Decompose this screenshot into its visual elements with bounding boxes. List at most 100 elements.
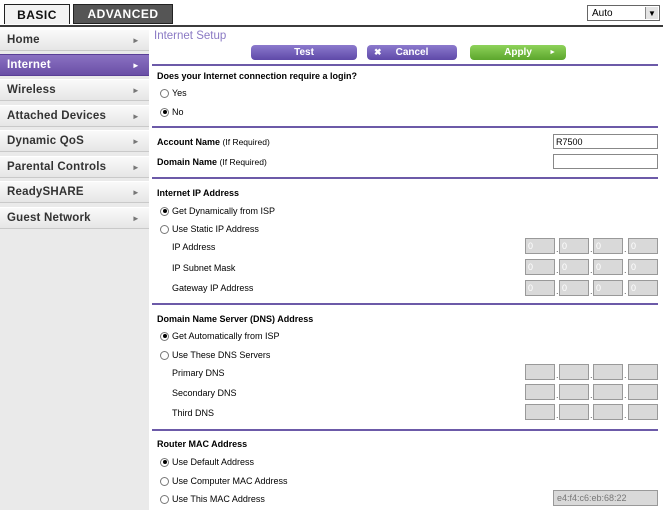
apply-button-label: Apply — [504, 47, 532, 58]
sidebar-item-label: Parental Controls — [7, 161, 107, 173]
third-dns-octet-1[interactable] — [525, 404, 555, 420]
mac-this-label: Use This MAC Address — [172, 494, 265, 504]
test-button[interactable]: Test — [251, 45, 357, 60]
cancel-button-label: Cancel — [395, 47, 429, 58]
primary-dns-octet-1[interactable] — [525, 364, 555, 380]
ip-dynamic-option[interactable]: Get Dynamically from ISP — [160, 206, 275, 216]
third-dns-octet-2[interactable] — [559, 404, 589, 420]
dns-manual-label: Use These DNS Servers — [172, 350, 271, 360]
tab-advanced[interactable]: ADVANCED — [73, 4, 173, 24]
tab-basic[interactable]: BASIC — [4, 4, 70, 24]
secondary-dns-octet-3[interactable] — [593, 384, 623, 400]
sidebar-item-label: Guest Network — [7, 212, 91, 224]
radio-dns-manual[interactable] — [160, 350, 169, 360]
sidebar: Home ► Internet ► Wireless ► Attached De… — [0, 29, 149, 510]
radio-mac-this[interactable] — [160, 494, 169, 504]
radio-dns-auto[interactable] — [160, 331, 169, 341]
login-yes-label: Yes — [172, 88, 187, 98]
apply-button[interactable]: Apply ► — [470, 45, 566, 60]
domain-name-hint: (If Required) — [219, 157, 267, 167]
secondary-dns-octet-2[interactable] — [559, 384, 589, 400]
mac-this-option[interactable]: Use This MAC Address — [160, 494, 265, 504]
login-no-label: No — [172, 107, 184, 117]
radio-yes[interactable] — [160, 88, 169, 98]
divider — [152, 303, 658, 305]
secondary-dns-octet-4[interactable] — [628, 384, 658, 400]
chevron-down-icon[interactable]: ▼ — [645, 7, 658, 19]
domain-name-field[interactable] — [553, 154, 658, 169]
ip-octet-4[interactable]: 0 — [628, 238, 658, 254]
radio-ip-static[interactable] — [160, 224, 169, 234]
divider — [152, 177, 658, 179]
sidebar-item-readyshare[interactable]: ReadySHARE ► — [0, 181, 149, 203]
primary-dns-octet-4[interactable] — [628, 364, 658, 380]
octet-separator: . — [624, 390, 627, 400]
primary-dns-octet-3[interactable] — [593, 364, 623, 380]
subnet-octet-3[interactable]: 0 — [593, 259, 623, 275]
sidebar-item-label: Wireless — [7, 84, 56, 96]
ip-static-option[interactable]: Use Static IP Address — [160, 224, 259, 234]
page-title: Internet Setup — [154, 30, 227, 42]
octet-separator: . — [624, 410, 627, 420]
secondary-dns-label: Secondary DNS — [172, 388, 237, 398]
sidebar-item-guest-network[interactable]: Guest Network ► — [0, 207, 149, 229]
gateway-label: Gateway IP Address — [172, 283, 254, 293]
octet-separator: . — [624, 286, 627, 296]
domain-name-label-text: Domain Name — [157, 157, 218, 167]
sidebar-item-label: Attached Devices — [7, 110, 107, 122]
gateway-octet-1[interactable]: 0 — [525, 280, 555, 296]
third-dns-octet-3[interactable] — [593, 404, 623, 420]
primary-dns-octet-2[interactable] — [559, 364, 589, 380]
language-select[interactable]: Auto ▼ — [587, 5, 660, 21]
chevron-right-icon: ► — [131, 111, 140, 121]
mac-default-option[interactable]: Use Default Address — [160, 457, 254, 467]
gateway-input: 0 . 0 . 0 . 0 — [525, 280, 658, 296]
radio-mac-computer[interactable] — [160, 476, 169, 486]
third-dns-octet-4[interactable] — [628, 404, 658, 420]
ip-octet-1[interactable]: 0 — [525, 238, 555, 254]
radio-no[interactable] — [160, 107, 169, 117]
subnet-label: IP Subnet Mask — [172, 263, 236, 273]
gateway-octet-4[interactable]: 0 — [628, 280, 658, 296]
dns-manual-option[interactable]: Use These DNS Servers — [160, 350, 270, 360]
dns-auto-option[interactable]: Get Automatically from ISP — [160, 331, 280, 341]
third-dns-label: Third DNS — [172, 408, 215, 418]
sidebar-item-home[interactable]: Home ► — [0, 29, 149, 51]
login-no-option[interactable]: No — [160, 107, 184, 117]
sidebar-item-attached-devices[interactable]: Attached Devices ► — [0, 105, 149, 127]
chevron-right-icon: ► — [131, 35, 140, 45]
sidebar-item-dynamic-qos[interactable]: Dynamic QoS ► — [0, 130, 149, 152]
mac-computer-option[interactable]: Use Computer MAC Address — [160, 476, 288, 486]
test-button-label: Test — [294, 47, 314, 58]
login-yes-option[interactable]: Yes — [160, 88, 187, 98]
ip-address-input: 0 . 0 . 0 . 0 — [525, 238, 658, 254]
sidebar-item-wireless[interactable]: Wireless ► — [0, 79, 149, 101]
subnet-octet-4[interactable]: 0 — [628, 259, 658, 275]
subnet-octet-2[interactable]: 0 — [559, 259, 589, 275]
gateway-octet-3[interactable]: 0 — [593, 280, 623, 296]
ip-address-label: IP Address — [172, 242, 216, 252]
chevron-right-icon: ► — [131, 187, 140, 197]
subnet-octet-1[interactable]: 0 — [525, 259, 555, 275]
cancel-button[interactable]: ✖ Cancel — [367, 45, 457, 60]
ip-octet-3[interactable]: 0 — [593, 238, 623, 254]
radio-mac-default[interactable] — [160, 457, 169, 467]
ip-dynamic-label: Get Dynamically from ISP — [172, 206, 276, 216]
chevron-right-icon: ► — [131, 213, 140, 223]
gateway-octet-2[interactable]: 0 — [559, 280, 589, 296]
sidebar-item-internet[interactable]: Internet ► — [0, 54, 149, 76]
dns-auto-label: Get Automatically from ISP — [172, 331, 280, 341]
sidebar-item-parental-controls[interactable]: Parental Controls ► — [0, 156, 149, 178]
secondary-dns-octet-1[interactable] — [525, 384, 555, 400]
account-name-label-text: Account Name — [157, 137, 221, 147]
divider — [152, 429, 658, 431]
third-dns-input: . . . — [525, 404, 658, 420]
radio-ip-dynamic[interactable] — [160, 206, 169, 216]
sidebar-item-label: Dynamic QoS — [7, 135, 84, 147]
account-name-field[interactable]: R7500 — [553, 134, 658, 149]
mac-address-field[interactable]: e4:f4:c6:eb:68:22 — [553, 490, 658, 506]
divider — [152, 64, 658, 66]
account-name-hint: (If Required) — [222, 137, 270, 147]
ip-octet-2[interactable]: 0 — [559, 238, 589, 254]
domain-name-label: Domain Name (If Required) — [157, 157, 267, 167]
